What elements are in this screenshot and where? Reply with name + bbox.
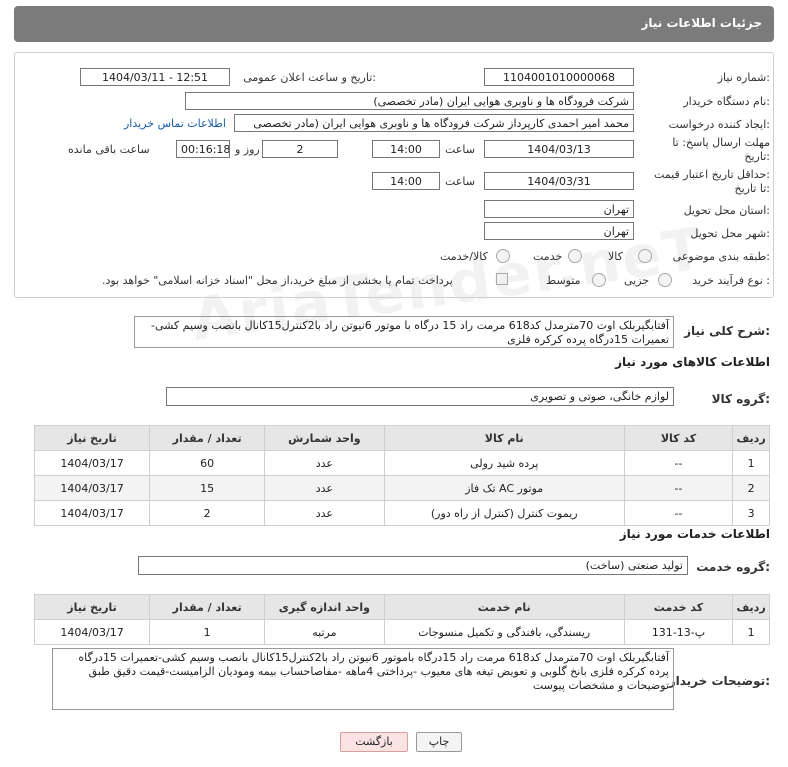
category-radio-goods[interactable]	[638, 249, 652, 263]
cell-row: 1	[732, 450, 770, 476]
services-col-row: ردیف	[732, 594, 770, 620]
city-label: شهر محل تحویل:	[690, 227, 770, 240]
buyer-contact-link[interactable]: اطلاعات تماس خریدار	[124, 117, 226, 130]
cell-unit: عدد	[264, 450, 385, 476]
cell-name: پرده شید رولی	[383, 450, 625, 476]
province-field: تهران	[484, 200, 634, 218]
services-group-label: گروه خدمت:	[696, 560, 770, 574]
cell-date: 1404/03/17	[33, 619, 151, 645]
cell-unit: مرتبه	[264, 619, 385, 645]
category-label: طبقه بندی موضوعی:	[672, 250, 770, 263]
cell-date: 1404/03/17	[33, 450, 151, 476]
cell-date: 1404/03/17	[33, 500, 151, 526]
validity-time-label: ساعت	[445, 175, 475, 188]
validity-date-field: 1404/03/31	[484, 172, 634, 190]
cell-qty: 15	[149, 475, 266, 501]
deadline-label-date: تاریخ:	[744, 150, 770, 163]
cell-row: 1	[732, 619, 770, 645]
goods-col-qty: تعداد / مقدار	[149, 425, 266, 451]
goods-table: ردیف کد کالا نام کالا واحد شمارش تعداد /…	[33, 425, 770, 526]
process-label: نوع فرآیند خرید :	[692, 274, 770, 287]
cell-qty: 2	[149, 500, 266, 526]
table-row: 3 -- ریموت کنترل (کنترل از راه دور) عدد …	[33, 500, 770, 526]
services-col-name: نام خدمت	[383, 594, 625, 620]
goods-col-name: نام کالا	[383, 425, 625, 451]
announce-datetime-field: 1404/03/11 - 12:51	[80, 68, 230, 86]
cell-code: پ-13-131	[623, 619, 734, 645]
process-option-minor: جزیی	[624, 274, 650, 287]
cell-date: 1404/03/17	[33, 475, 151, 501]
services-col-qty: تعداد / مقدار	[149, 594, 266, 620]
days-remaining-field: 2	[262, 140, 338, 158]
services-col-code: کد خدمت	[623, 594, 734, 620]
cell-name: موتور AC تک فاز	[383, 475, 625, 501]
goods-col-date: تاریخ نیاز	[33, 425, 151, 451]
cell-unit: عدد	[264, 500, 385, 526]
announce-label: تاریخ و ساعت اعلان عمومی:	[243, 71, 376, 84]
validity-label-date: تا تاریخ:	[734, 182, 770, 195]
goods-section-title: اطلاعات کالاهای مورد نیاز	[615, 355, 770, 369]
goods-table-header: ردیف کد کالا نام کالا واحد شمارش تعداد /…	[33, 425, 770, 451]
table-row: 2 -- موتور AC تک فاز عدد 15 1404/03/17	[33, 475, 770, 501]
category-option-goods-service: کالا/خدمت	[440, 250, 488, 263]
panel-header: جزئیات اطلاعات نیاز	[14, 6, 774, 42]
deadline-date-field: 1404/03/13	[484, 140, 634, 158]
province-label: استان محل تحویل:	[683, 204, 770, 217]
validity-time-field: 14:00	[372, 172, 440, 190]
services-table-header: ردیف کد خدمت نام خدمت واحد اندازه گیری ت…	[33, 594, 770, 620]
category-radio-service[interactable]	[568, 249, 582, 263]
cell-qty: 60	[149, 450, 266, 476]
services-section-title: اطلاعات خدمات مورد نیاز	[619, 527, 770, 541]
cell-code: --	[623, 500, 734, 526]
buyer-notes-text: آفتابگیربلک اوت 70مترمدل کد618 مرمت راد …	[52, 648, 674, 710]
validity-label: حداقل تاریخ اعتبار قیمت:	[654, 168, 770, 181]
services-col-date: تاریخ نیاز	[33, 594, 151, 620]
cell-code: --	[623, 450, 734, 476]
need-number-label: شماره نیاز:	[717, 71, 770, 84]
services-table: ردیف کد خدمت نام خدمت واحد اندازه گیری ت…	[33, 594, 770, 645]
goods-group-label: گروه کالا:	[711, 392, 770, 406]
category-radio-goods-service[interactable]	[496, 249, 510, 263]
process-radio-medium[interactable]	[592, 273, 606, 287]
services-col-unit: واحد اندازه گیری	[264, 594, 385, 620]
goods-col-unit: واحد شمارش	[264, 425, 385, 451]
cell-row: 3	[732, 500, 770, 526]
table-row: 1 -- پرده شید رولی عدد 60 1404/03/17	[33, 450, 770, 476]
goods-col-row: ردیف	[732, 425, 770, 451]
goods-group-field: لوازم خانگی، صوتی و تصویری	[166, 387, 674, 406]
table-row: 1 پ-13-131 ریسندگی، بافندگی و تکمیل منسو…	[33, 619, 770, 645]
buyer-notes-label: توضیحات خریدار:	[668, 674, 770, 688]
page-title: جزئیات اطلاعات نیاز	[641, 16, 762, 30]
treasury-payment-checkbox[interactable]	[496, 273, 508, 285]
cell-row: 2	[732, 475, 770, 501]
back-button[interactable]: بازگشت	[340, 732, 408, 752]
deadline-label: مهلت ارسال پاسخ: تا	[672, 136, 770, 149]
summary-text: آفتابگیربلک اوت 70مترمدل کد618 مرمت راد …	[134, 316, 674, 348]
deadline-time-label: ساعت	[445, 143, 475, 156]
city-field: تهران	[484, 222, 634, 240]
deadline-time-field: 14:00	[372, 140, 440, 158]
need-number-field: 1104001010000068	[484, 68, 634, 86]
category-option-service: خدمت	[533, 250, 563, 263]
treasury-payment-note: پرداخت تمام یا بخشی از مبلغ خرید،از محل …	[102, 274, 453, 287]
days-label: روز و	[235, 143, 260, 156]
creator-label: ایجاد کننده درخواست:	[668, 118, 770, 131]
print-button[interactable]: چاپ	[416, 732, 462, 752]
cell-name: ریموت کنترل (کنترل از راه دور)	[383, 500, 625, 526]
services-group-field: تولید صنعتی (ساخت)	[138, 556, 688, 575]
buyer-org-label: نام دستگاه خریدار:	[683, 95, 770, 108]
category-option-goods: کالا	[608, 250, 623, 263]
process-option-medium: متوسط	[546, 274, 581, 287]
buyer-org-field: شرکت فرودگاه ها و ناوبری هوایی ایران (ما…	[185, 92, 634, 110]
cell-unit: عدد	[264, 475, 385, 501]
creator-field: محمد امیر احمدی کارپرداز شرکت فرودگاه ها…	[234, 114, 634, 132]
cell-code: --	[623, 475, 734, 501]
cell-name: ریسندگی، بافندگی و تکمیل منسوجات	[383, 619, 625, 645]
process-radio-minor[interactable]	[658, 273, 672, 287]
remaining-time-label: ساعت باقی مانده	[68, 143, 150, 156]
cell-qty: 1	[149, 619, 266, 645]
remaining-time-field: 00:16:18	[176, 140, 230, 158]
goods-col-code: کد کالا	[623, 425, 734, 451]
summary-label: شرح کلی نیاز:	[684, 324, 770, 338]
